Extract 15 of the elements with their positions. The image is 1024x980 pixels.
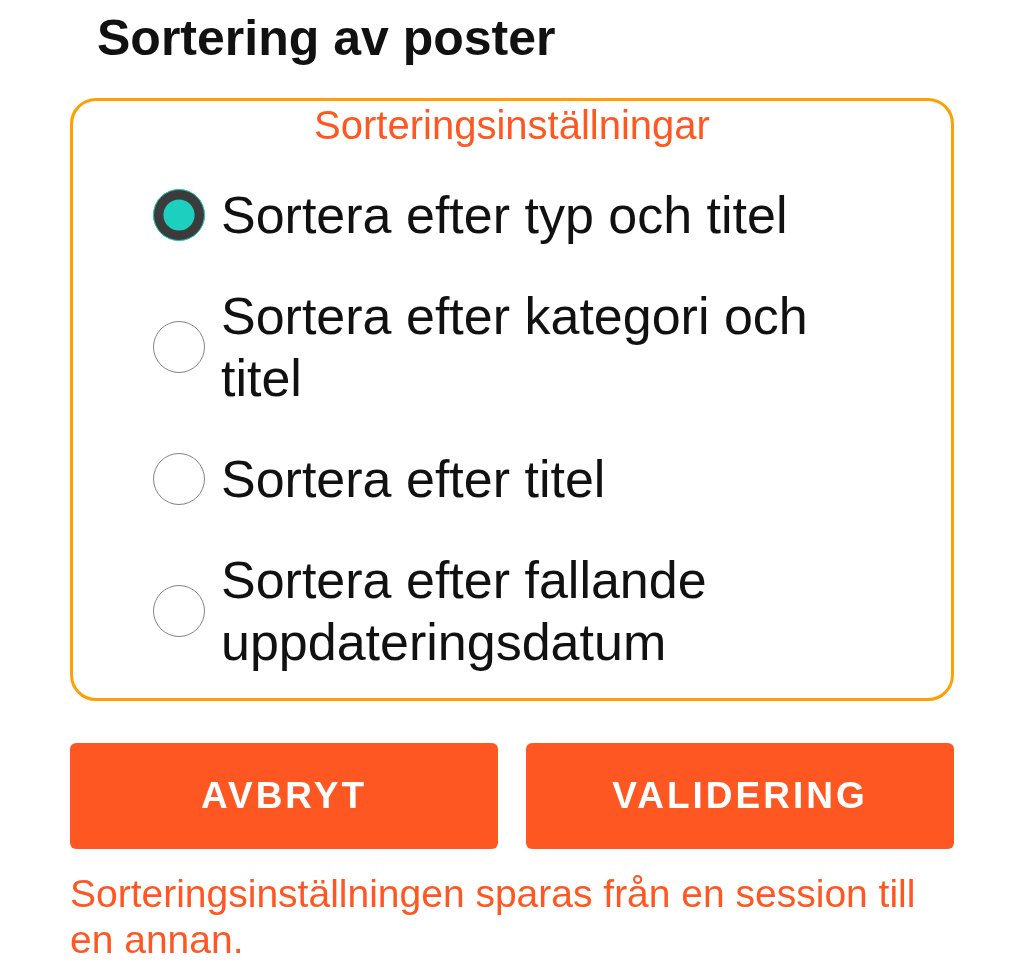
group-legend: Sorteringsinställningar (314, 103, 710, 147)
radio-option[interactable]: Sortera efter kategori och titel (153, 285, 861, 409)
option-label: Sortera efter titel (221, 449, 607, 510)
page-title: Sortering av poster (97, 10, 557, 66)
option-label: Sortera efter kategori och titel (221, 286, 809, 409)
radio-option[interactable]: Sortera efter fallande uppdateringsdatum (153, 549, 861, 673)
radio-button[interactable] (153, 189, 205, 241)
option-label: Sortera efter fallande uppdateringsdatum (221, 550, 708, 673)
radio-button[interactable] (153, 585, 205, 637)
option-label: Sortera efter typ och titel (221, 185, 789, 246)
radio-option[interactable]: Sortera efter titel (153, 448, 861, 510)
radio-button[interactable] (153, 453, 205, 505)
radio-option[interactable]: Sortera efter typ och titel (153, 184, 861, 246)
footer-note: Sorteringsinställningen sparas från en session till en annan. (70, 871, 917, 963)
radio-button[interactable] (153, 321, 205, 373)
